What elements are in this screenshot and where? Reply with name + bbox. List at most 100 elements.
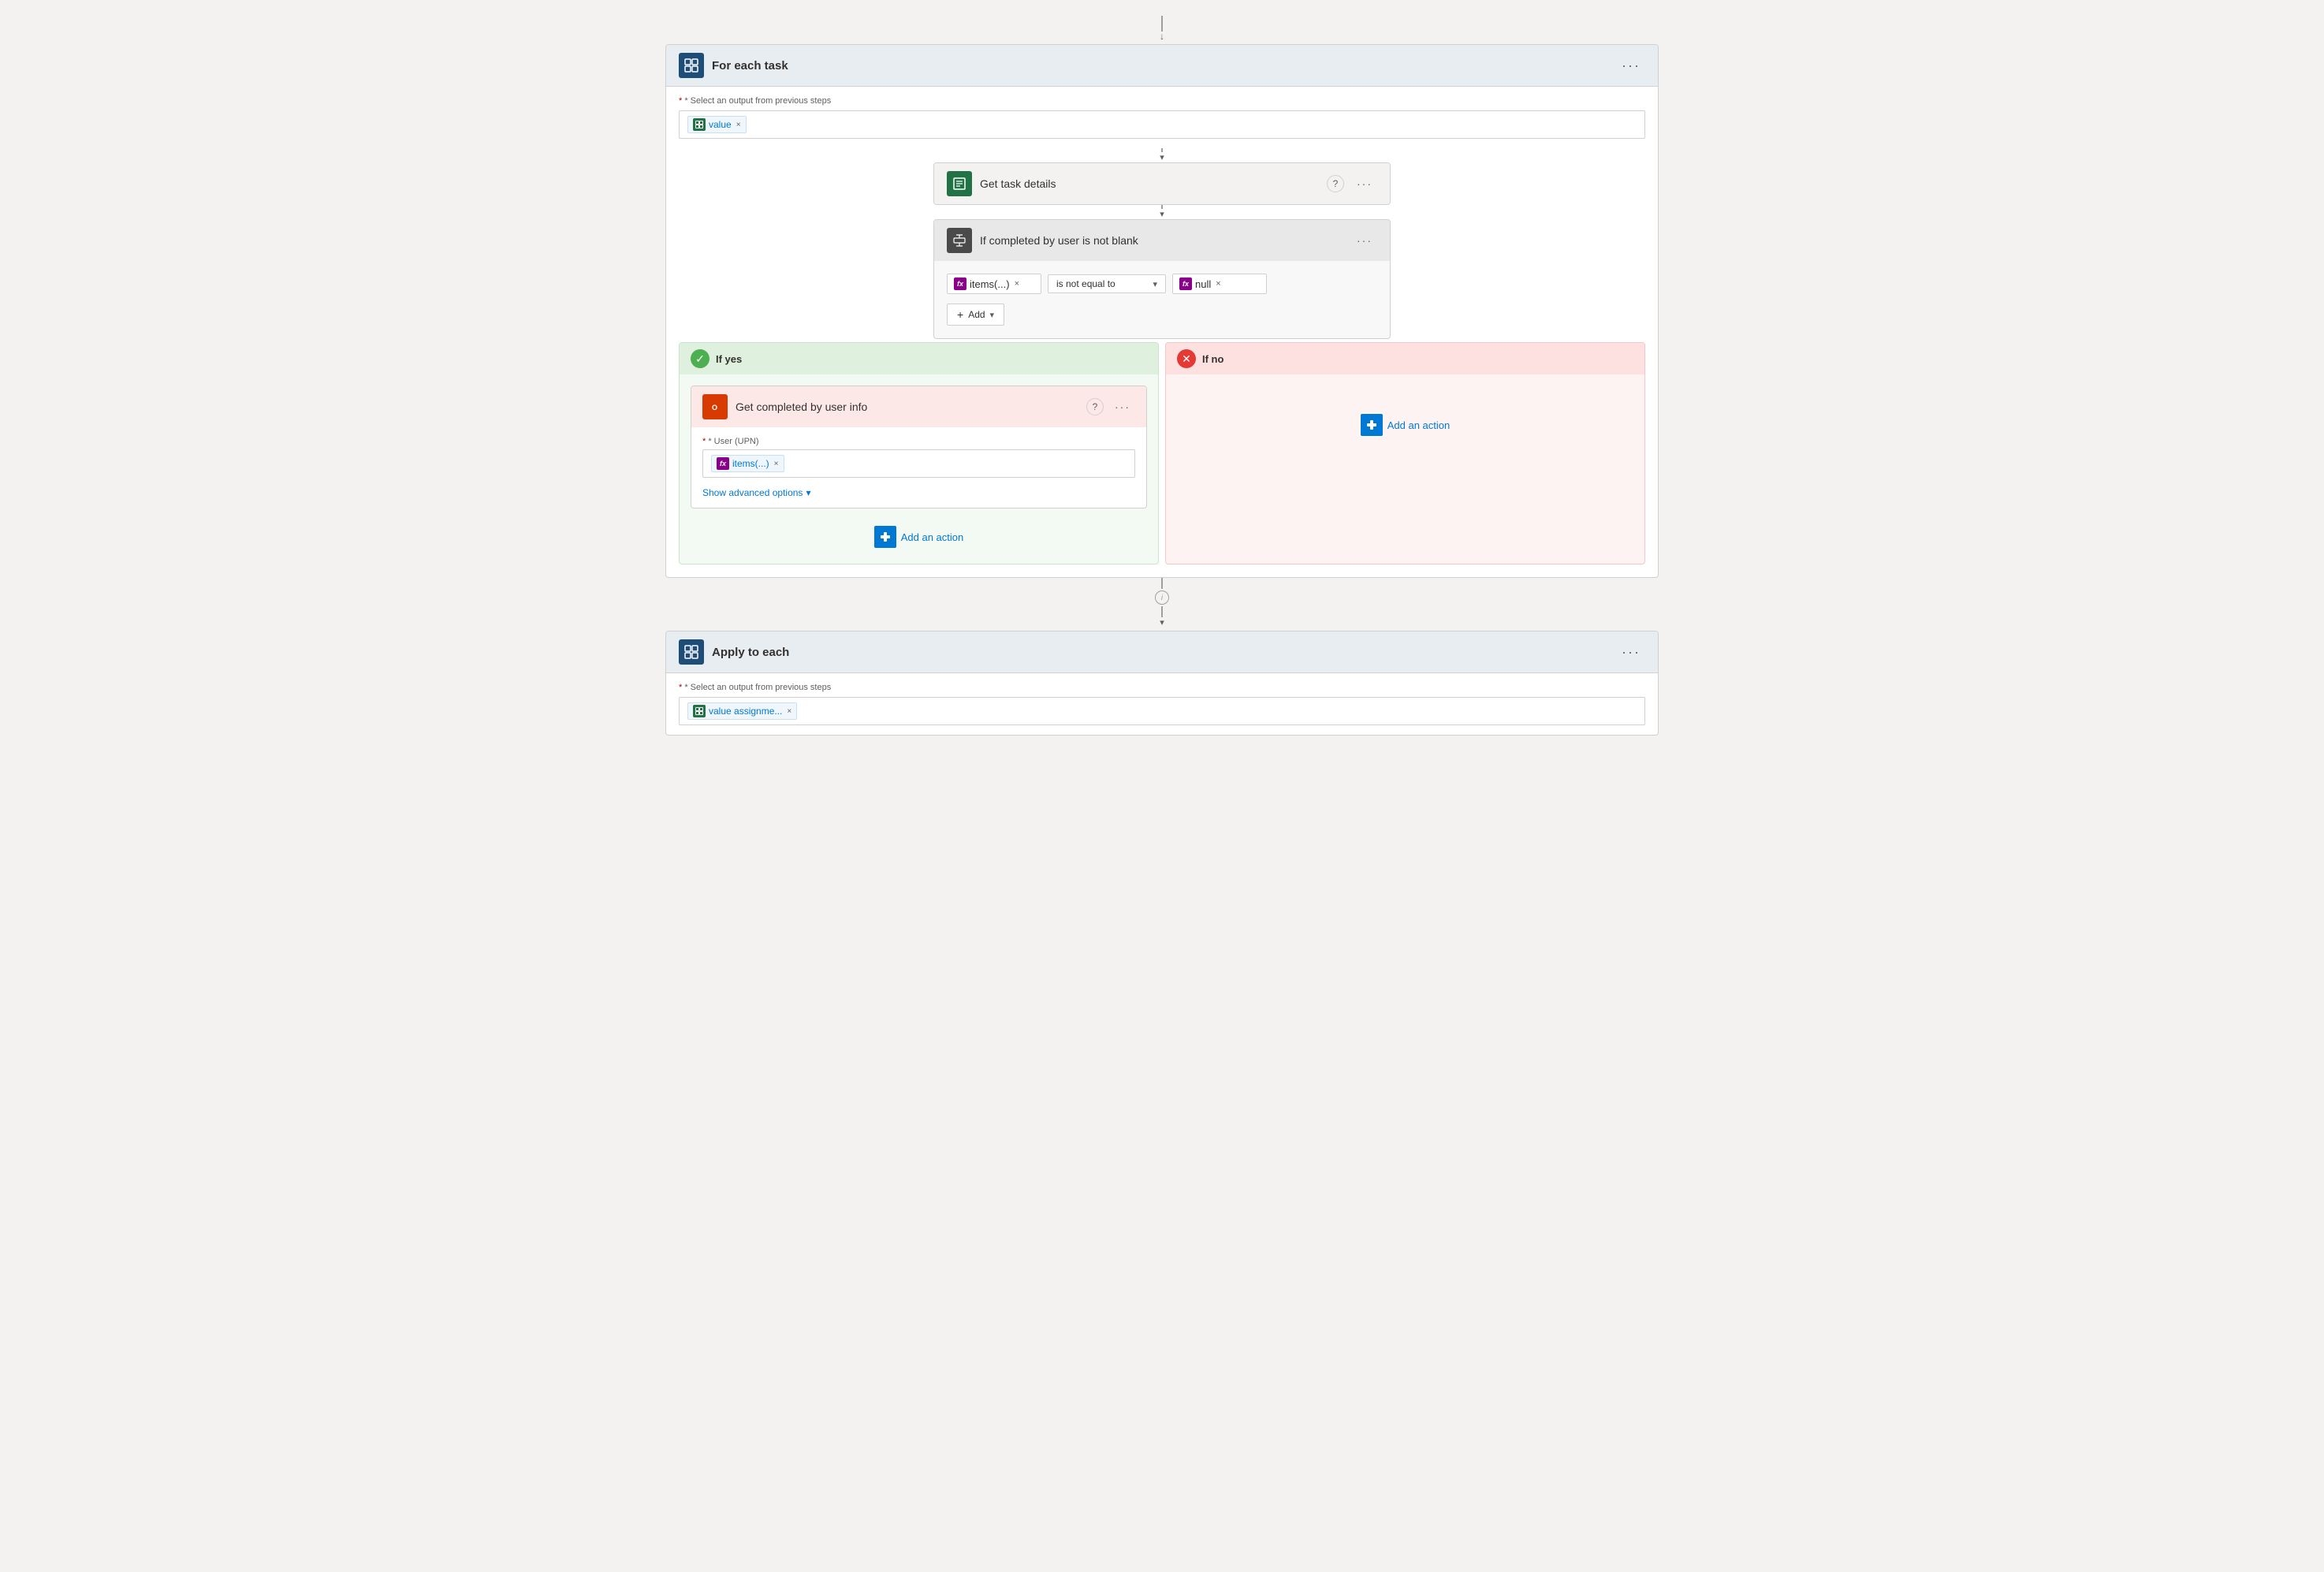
office-body: * * User (UPN) fx items(...) × (691, 427, 1146, 508)
split-yes-panel: ✓ If yes O (679, 342, 1159, 564)
add-action-yes-container: Add an action (691, 521, 1147, 553)
inner-content: ▾ Get task details (666, 148, 1658, 577)
user-upn-token-close[interactable]: × (774, 460, 779, 468)
apply-field-label: * * Select an output from previous steps (679, 683, 1645, 692)
office-icon: O (702, 394, 728, 419)
get-task-header-left: Get task details (947, 171, 1056, 196)
condition-body: fx items(...) × is not equal to ▾ fx n (934, 261, 1390, 338)
condition-right-close[interactable]: × (1216, 279, 1220, 289)
for-each-header: For each task ··· (666, 45, 1658, 87)
apply-token-close[interactable]: × (787, 707, 791, 716)
split-yes-body: O Get completed by user info ? ··· (680, 374, 1158, 564)
apply-to-each-body: * * Select an output from previous steps… (666, 673, 1658, 735)
no-icon: ✕ (1177, 349, 1196, 368)
apply-to-each-header: Apply to each ··· (666, 631, 1658, 673)
condition-left-value[interactable]: fx items(...) × (947, 274, 1041, 294)
add-chevron-icon: ▾ (990, 310, 995, 320)
for-each-value-token: value × (687, 116, 747, 133)
get-task-help-button[interactable]: ? (1327, 175, 1344, 192)
apply-loop-icon (679, 639, 704, 665)
top-arrow: ↓ (1160, 16, 1164, 41)
office-help-button[interactable]: ? (1086, 398, 1104, 415)
for-each-token-close[interactable]: × (736, 121, 741, 129)
get-task-card: Get task details ? ··· (933, 162, 1391, 205)
condition-header-left: If completed by user is not blank (947, 228, 1138, 253)
svg-text:O: O (712, 404, 717, 412)
inner-arrow-2: ▾ (1160, 205, 1164, 219)
condition-right-token: null (1195, 278, 1211, 290)
bottom-arrow-chevron: ▾ (1160, 617, 1164, 628)
inner-arrow-1-chevron: ▾ (1160, 152, 1164, 162)
no-cross-icon: ✕ (1182, 352, 1191, 366)
add-label: Add (968, 309, 985, 320)
for-each-body: * * Select an output from previous steps… (666, 87, 1658, 148)
loop-icon (679, 53, 704, 78)
add-action-no-container: Add an action (1177, 409, 1633, 441)
apply-token-label: value assignme... (709, 706, 782, 717)
office-header-right: ? ··· (1086, 398, 1135, 415)
apply-token-icon (693, 705, 706, 717)
add-action-no-label: Add an action (1387, 419, 1451, 431)
for-each-token-input[interactable]: value × (679, 110, 1645, 139)
get-task-header-right: ? ··· (1327, 175, 1377, 192)
split-no-panel: ✕ If no (1165, 342, 1645, 564)
split-no-body: Add an action (1166, 374, 1644, 475)
condition-row: fx items(...) × is not equal to ▾ fx n (947, 274, 1377, 294)
condition-add-button[interactable]: + Add ▾ (947, 304, 1004, 326)
user-upn-token-icon: fx (717, 457, 729, 470)
for-each-header-left: For each task (679, 53, 788, 78)
bottom-arrow: i ▾ (1155, 578, 1169, 628)
add-action-no-button[interactable]: Add an action (1361, 409, 1451, 441)
user-upn-input[interactable]: fx items(...) × (702, 449, 1135, 478)
split-no-label: If no (1202, 353, 1223, 365)
condition-card: If completed by user is not blank ··· fx… (933, 219, 1391, 339)
condition-left-close[interactable]: × (1015, 279, 1019, 289)
add-action-no-icon (1361, 414, 1383, 436)
condition-operator[interactable]: is not equal to ▾ (1048, 274, 1166, 293)
user-upn-token: fx items(...) × (711, 455, 784, 472)
for-each-more-button[interactable]: ··· (1617, 56, 1645, 76)
condition-right-value[interactable]: fx null × (1172, 274, 1267, 294)
get-task-title: Get task details (980, 177, 1056, 190)
condition-operator-chevron: ▾ (1153, 279, 1157, 289)
split-container: ✓ If yes O (679, 342, 1645, 564)
condition-left-icon: fx (954, 278, 966, 290)
split-yes-label: If yes (716, 353, 742, 365)
office-header: O Get completed by user info ? ··· (691, 386, 1146, 427)
add-icon: + (957, 308, 963, 321)
add-action-yes-icon (874, 526, 896, 548)
arrow-down-icon: ↓ (1160, 32, 1164, 41)
condition-title: If completed by user is not blank (980, 234, 1138, 247)
apply-to-each-card: Apply to each ··· * * Select an output f… (665, 631, 1659, 736)
add-action-yes-button[interactable]: Add an action (874, 521, 964, 553)
office-action-title: Get completed by user info (736, 400, 867, 413)
apply-to-each-title: Apply to each (712, 646, 789, 659)
split-no-header: ✕ If no (1166, 343, 1644, 374)
split-yes-header: ✓ If yes (680, 343, 1158, 374)
condition-left-token: items(...) (970, 278, 1010, 290)
for-each-card: For each task ··· * * Select an output f… (665, 44, 1659, 578)
get-task-icon (947, 171, 972, 196)
show-advanced-chevron-icon: ▾ (806, 487, 810, 498)
condition-right-icon: fx (1179, 278, 1192, 290)
apply-value-token: value assignme... × (687, 702, 797, 720)
yes-icon: ✓ (691, 349, 709, 368)
show-advanced-link[interactable]: Show advanced options ▾ (702, 487, 1135, 498)
apply-to-each-more-button[interactable]: ··· (1617, 643, 1645, 662)
apply-header-left: Apply to each (679, 639, 789, 665)
value-token-icon (693, 118, 706, 131)
user-upn-token-label: items(...) (732, 458, 769, 469)
info-circle-icon: i (1155, 590, 1169, 605)
apply-token-input[interactable]: value assignme... × (679, 697, 1645, 725)
inner-arrow-1: ▾ (1160, 148, 1164, 162)
user-upn-field: * * User (UPN) fx items(...) × (702, 437, 1135, 478)
condition-more-button[interactable]: ··· (1352, 233, 1377, 248)
office-header-left: O Get completed by user info (702, 394, 867, 419)
user-upn-label: * * User (UPN) (702, 437, 1135, 446)
add-action-yes-label: Add an action (901, 531, 964, 543)
get-task-header: Get task details ? ··· (934, 163, 1390, 204)
for-each-token-label: value (709, 119, 732, 130)
get-task-more-button[interactable]: ··· (1352, 176, 1377, 192)
for-each-title: For each task (712, 59, 788, 73)
office-more-button[interactable]: ··· (1110, 399, 1135, 415)
